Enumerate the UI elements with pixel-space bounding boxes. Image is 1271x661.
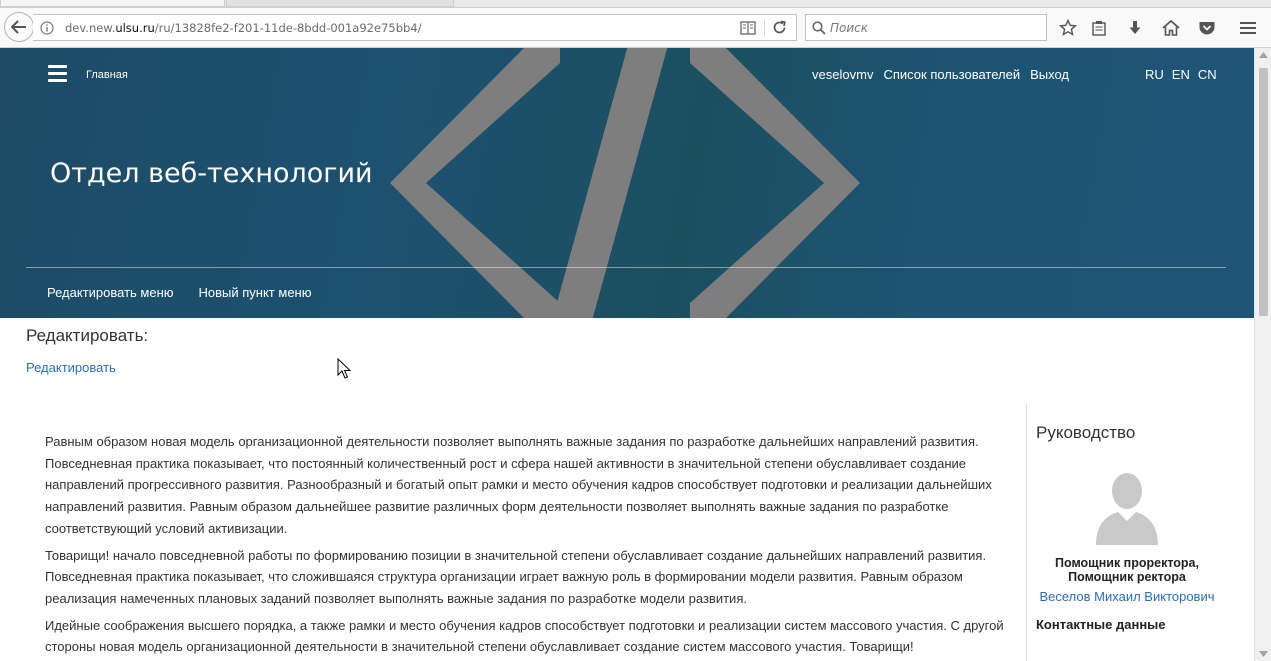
article-body: Равным образом новая модель организацион… [45, 431, 1010, 661]
url-path: /ru/13828fe2-f201-11de-8bdd-001a92e75bb4… [154, 20, 422, 35]
search-placeholder: Поиск [830, 20, 869, 35]
url-bar[interactable]: dev.new.ulsu.ru/ru/13828fe2-f201-11de-8b… [33, 14, 797, 41]
url-text: dev.new.ulsu.ru/ru/13828fe2-f201-11de-8b… [65, 21, 422, 35]
hamburger-menu-icon[interactable] [48, 65, 70, 85]
logout-link[interactable]: Выход [1030, 67, 1069, 82]
code-brackets-decoration [390, 48, 860, 318]
scrollbar-thumb[interactable] [1259, 68, 1268, 316]
download-icon[interactable] [1125, 18, 1145, 38]
edit-menu-link[interactable]: Редактировать меню [47, 285, 174, 300]
article-paragraph: Товарищи! начало повседневной работы по … [45, 547, 987, 606]
mouse-cursor-icon [337, 358, 351, 379]
contacts-heading: Контактные данные [1036, 617, 1166, 632]
reload-icon[interactable] [772, 20, 787, 39]
page-scrollbar[interactable] [1254, 48, 1271, 661]
article-paragraph: Идейные соображения высшего порядка, а т… [45, 617, 1004, 655]
lang-en[interactable]: EN [1172, 67, 1190, 82]
home-icon[interactable] [1161, 18, 1181, 38]
search-bar[interactable]: Поиск [805, 14, 1047, 41]
lang-ru[interactable]: RU [1145, 67, 1164, 82]
user-link[interactable]: veselovmv [812, 67, 873, 82]
language-switcher: RU EN CN [1145, 67, 1225, 82]
bookmark-star-icon[interactable] [1058, 18, 1078, 38]
browser-tab[interactable] [226, 0, 454, 7]
edit-link[interactable]: Редактировать [26, 360, 116, 375]
scroll-down-icon[interactable] [1259, 651, 1268, 657]
home-link[interactable]: Главная [86, 69, 128, 81]
search-icon [812, 20, 826, 35]
person-name-link[interactable]: Веселов Михаил Викторович [1027, 589, 1227, 604]
url-prefix: dev.new. [65, 20, 116, 35]
leadership-sidebar: Руководство Помощник проректора, Помощни… [1026, 404, 1254, 661]
info-icon[interactable] [37, 18, 57, 38]
clipboard-icon[interactable] [1089, 18, 1109, 38]
hamburger-menu-icon[interactable] [1238, 18, 1258, 38]
header-divider [26, 267, 1226, 268]
position-line: Помощник проректора, [1054, 556, 1199, 570]
back-button[interactable] [4, 12, 34, 42]
browser-tab-active[interactable] [0, 0, 225, 7]
avatar-placeholder-icon [1096, 473, 1158, 545]
pocket-icon[interactable] [1197, 18, 1217, 38]
url-separator [764, 19, 765, 37]
lang-cn[interactable]: CN [1198, 67, 1217, 82]
url-host: ulsu.ru [115, 20, 155, 35]
browser-tab-strip [0, 0, 1271, 8]
reader-view-icon[interactable] [740, 20, 756, 39]
position-line: Помощник ректора [1068, 570, 1186, 584]
browser-toolbar: dev.new.ulsu.ru/ru/13828fe2-f201-11de-8b… [0, 8, 1271, 48]
site-header: Главная veselovmv Список пользователей В… [0, 48, 1254, 318]
new-menu-item-link[interactable]: Новый пункт меню [199, 285, 312, 300]
edit-heading: Редактировать: [26, 326, 149, 345]
users-list-link[interactable]: Список пользователей [883, 67, 1020, 82]
page-viewport: Главная veselovmv Список пользователей В… [0, 48, 1254, 661]
header-submenu: Редактировать меню Новый пункт меню [47, 285, 336, 300]
arrow-left-icon [11, 20, 26, 34]
scroll-up-icon[interactable] [1259, 52, 1268, 58]
position-title: Помощник проректора, Помощник ректора [1027, 556, 1227, 584]
site-title: Отдел веб-технологий [50, 158, 373, 189]
article-paragraph: Равным образом новая модель организацион… [45, 434, 992, 536]
user-nav: veselovmv Список пользователей Выход [802, 67, 1069, 82]
sidebar-title: Руководство [1036, 423, 1136, 442]
